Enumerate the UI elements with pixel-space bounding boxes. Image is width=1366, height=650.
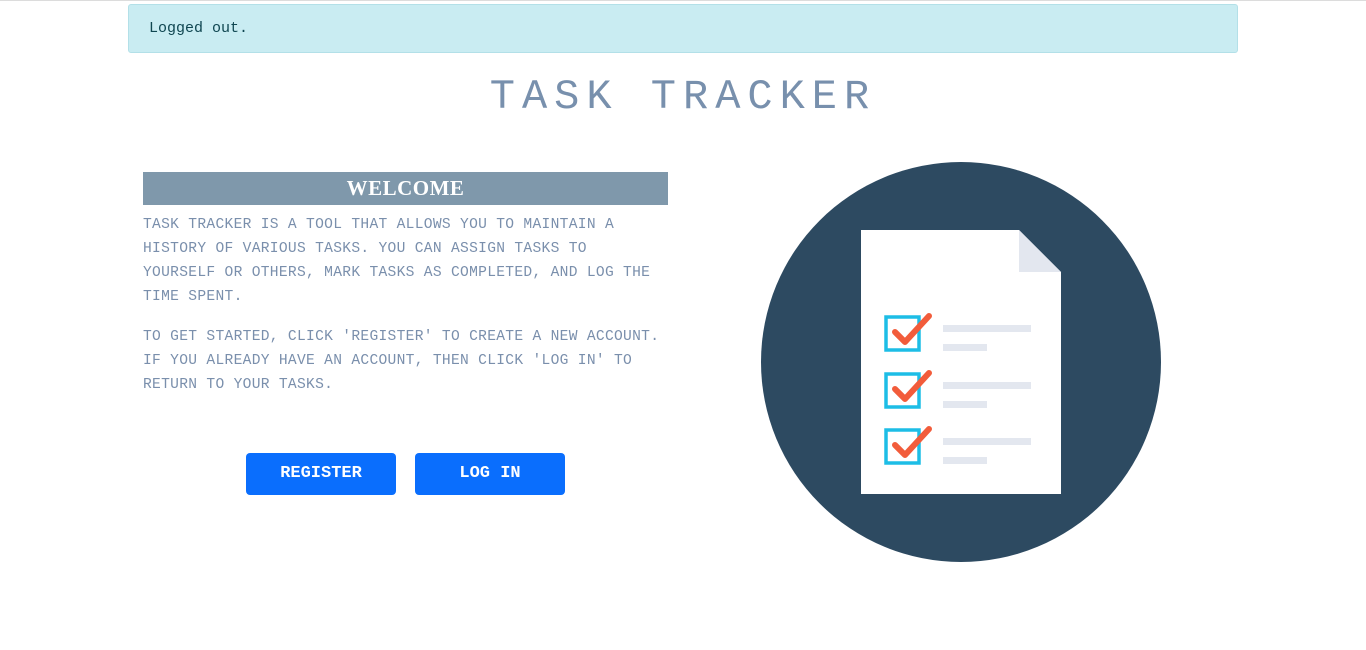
task-line — [943, 325, 1031, 332]
logout-alert: Logged out. — [128, 4, 1238, 53]
intro-paragraph: TASK TRACKER IS A TOOL THAT ALLOWS YOU T… — [143, 217, 651, 305]
login-button[interactable]: LOG IN — [415, 453, 565, 495]
task-line-short — [943, 401, 987, 408]
app-title: TASK TRACKER — [489, 73, 877, 121]
page: Logged out. TASK TRACKER WELCOME TASK TR… — [0, 0, 1366, 650]
task-line-short — [943, 457, 987, 464]
welcome-heading: WELCOME — [143, 172, 668, 205]
getting-started-paragraph: TO GET STARTED, CLICK 'REGISTER' TO CREA… — [143, 329, 660, 393]
checklist-document-icon — [761, 162, 1161, 562]
task-line-short — [943, 344, 987, 351]
task-line — [943, 382, 1031, 389]
task-line — [943, 438, 1031, 445]
alert-message: Logged out. — [149, 20, 249, 37]
register-button[interactable]: REGISTER — [246, 453, 396, 495]
